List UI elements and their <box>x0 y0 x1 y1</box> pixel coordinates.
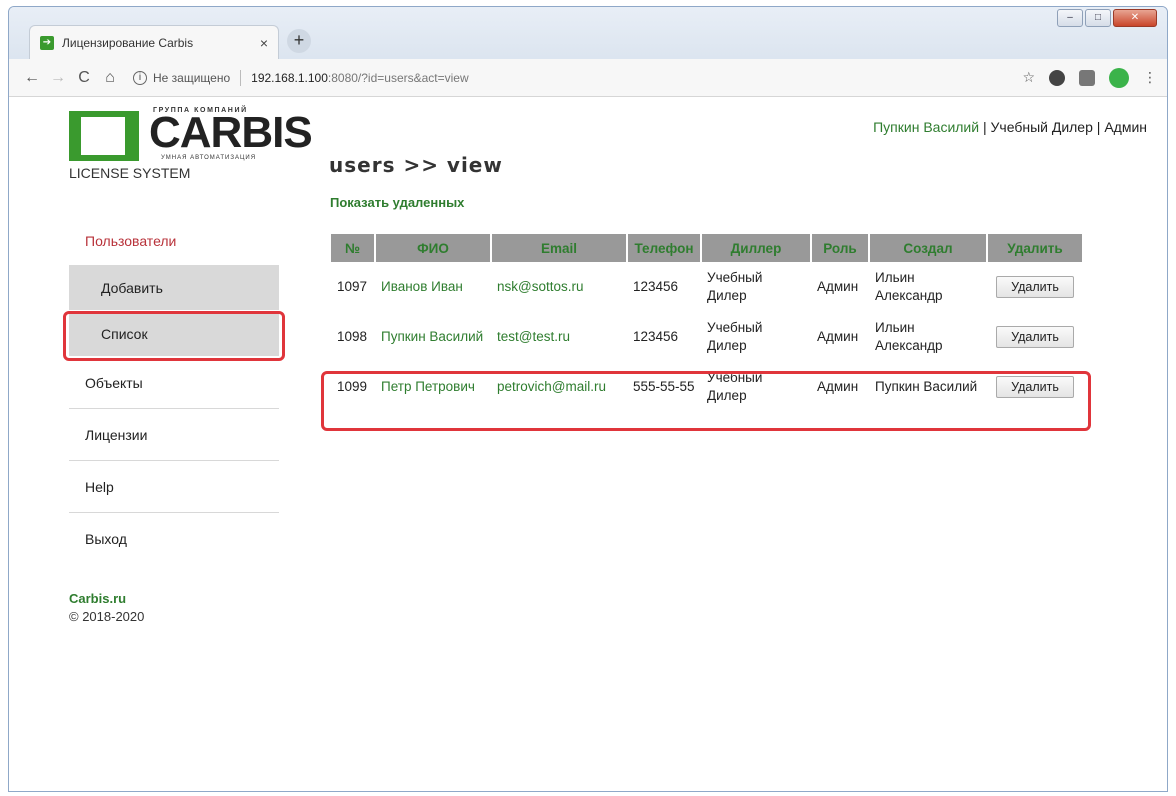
cell-id: 1099 <box>337 379 368 394</box>
url-path: :8080/?id=users&act=view <box>327 70 469 85</box>
home-button[interactable]: ⌂ <box>97 69 123 87</box>
table-row: 1098 Пупкин Василий test@test.ru 123456 … <box>331 312 1083 362</box>
browser-window: ➔ Лицензирование Carbis × + – □ ✕ ← → C … <box>8 6 1168 792</box>
extension-icon[interactable] <box>1049 69 1065 86</box>
sidebar-item-add[interactable]: Добавить <box>69 265 279 311</box>
userbar-sep: | <box>979 119 991 135</box>
cell-phone: 123456 <box>633 329 679 344</box>
user-role: Админ <box>1104 119 1147 135</box>
page-content: ГРУППА КОМПАНИЙ CARBIS УМНАЯ АВТОМАТИЗАЦ… <box>9 97 1167 791</box>
col-header-role: Роль <box>811 234 870 262</box>
carbis-site-link[interactable]: Carbis.ru <box>69 591 126 606</box>
extension-cloud-icon[interactable] <box>1079 69 1095 86</box>
cell-delete: Удалить <box>987 362 1083 412</box>
cell-role: Админ <box>817 279 859 294</box>
sidebar-item-logout[interactable]: Выход <box>69 513 279 565</box>
cell-created: Пупкин Василий <box>875 379 978 394</box>
title-bar: ➔ Лицензирование Carbis × + – □ ✕ <box>9 7 1167 63</box>
delete-button[interactable]: Удалить <box>996 326 1074 348</box>
user-name-link[interactable]: Пупкин Василий <box>873 119 979 135</box>
carbis-logo: ГРУППА КОМПАНИЙ CARBIS УМНАЯ АВТОМАТИЗАЦ… <box>69 107 313 163</box>
browser-toolbar: ← → C ⌂ i Не защищено 192.168.1.100:8080… <box>9 59 1167 97</box>
url-host: 192.168.1.100 <box>251 70 328 85</box>
sidebar-item-objects[interactable]: Объекты <box>69 357 279 409</box>
col-header-id: № <box>331 234 376 262</box>
sidebar-item-help[interactable]: Help <box>69 461 279 513</box>
cell-delete: Удалить <box>987 262 1083 312</box>
sidebar: Пользователи Добавить Список Объекты Лиц… <box>69 217 279 565</box>
cell-role: Админ <box>817 329 859 344</box>
bookmark-star-icon[interactable]: ☆ <box>1022 69 1035 86</box>
table-row: 1097 Иванов Иван nsk@sottos.ru 123456 Уч… <box>331 262 1083 312</box>
minimize-button[interactable]: – <box>1057 9 1083 27</box>
tab-close-icon[interactable]: × <box>260 35 268 51</box>
tab-title: Лицензирование Carbis <box>62 35 194 50</box>
cell-name[interactable]: Иванов Иван <box>375 262 491 312</box>
col-header-email: Email <box>491 234 628 262</box>
user-dealer: Учебный Дилер <box>990 119 1093 135</box>
forward-button[interactable]: → <box>45 69 71 87</box>
sidebar-item-list[interactable]: Список <box>69 311 279 357</box>
cell-dealer: Учебный Дилер <box>707 320 763 353</box>
users-table: № ФИО Email Телефон Диллер Роль Создал У… <box>331 234 1084 412</box>
col-header-dealer: Диллер <box>701 234 812 262</box>
col-header-delete: Удалить <box>987 234 1084 262</box>
cell-id: 1097 <box>337 279 368 294</box>
cell-phone: 123456 <box>633 279 679 294</box>
col-header-created: Создал <box>869 234 988 262</box>
security-label: Не защищено <box>153 70 231 85</box>
userbar-sep: | <box>1092 119 1105 135</box>
profile-avatar[interactable] <box>1109 67 1129 88</box>
info-icon[interactable]: i <box>133 70 147 85</box>
cell-delete: Удалить <box>987 312 1083 362</box>
table-row: 1099 Петр Петрович petrovich@mail.ru 555… <box>331 362 1083 412</box>
favicon-icon: ➔ <box>40 35 54 50</box>
window-controls: – □ ✕ <box>1057 9 1157 27</box>
menu-icon[interactable]: ⋮ <box>1143 69 1157 86</box>
toolbar-right: ☆ ⋮ <box>1022 67 1157 88</box>
show-deleted-link[interactable]: Показать удаленных <box>330 195 464 210</box>
close-window-button[interactable]: ✕ <box>1113 9 1157 27</box>
cell-created: Ильин Александр <box>875 320 943 353</box>
logo-mark-icon <box>69 111 139 161</box>
delete-button[interactable]: Удалить <box>996 376 1074 398</box>
cell-name[interactable]: Пупкин Василий <box>375 312 491 362</box>
table-header-row: № ФИО Email Телефон Диллер Роль Создал У… <box>331 234 1084 262</box>
col-header-name: ФИО <box>375 234 492 262</box>
cell-name[interactable]: Петр Петрович <box>375 362 491 412</box>
delete-button[interactable]: Удалить <box>996 276 1074 298</box>
cell-phone: 555-55-55 <box>633 379 695 394</box>
page-title: users >> view <box>329 153 503 177</box>
sidebar-item-users[interactable]: Пользователи <box>69 217 279 265</box>
logo-word: CARBIS <box>149 108 313 157</box>
cell-role: Админ <box>817 379 859 394</box>
col-header-phone: Телефон <box>627 234 702 262</box>
back-button[interactable]: ← <box>19 69 45 87</box>
address-bar[interactable]: i Не защищено 192.168.1.100:8080/?id=use… <box>133 64 1013 92</box>
address-divider <box>240 69 242 86</box>
new-tab-button[interactable]: + <box>287 29 311 53</box>
cell-email[interactable]: nsk@sottos.ru <box>491 262 627 312</box>
cell-created: Ильин Александр <box>875 270 943 303</box>
cell-email[interactable]: petrovich@mail.ru <box>491 362 627 412</box>
cell-dealer: Учебный Дилер <box>707 270 763 303</box>
browser-tab[interactable]: ➔ Лицензирование Carbis × <box>29 25 279 59</box>
cell-id: 1098 <box>337 329 368 344</box>
cell-dealer: Учебный Дилер <box>707 370 763 403</box>
copyright: © 2018-2020 <box>69 609 145 624</box>
sidebar-item-licenses[interactable]: Лицензии <box>69 409 279 461</box>
reload-button[interactable]: C <box>71 69 97 87</box>
user-info: Пупкин Василий | Учебный Дилер | Админ <box>873 119 1147 135</box>
logo-tagline: УМНАЯ АВТОМАТИЗАЦИЯ <box>161 155 257 161</box>
maximize-button[interactable]: □ <box>1085 9 1111 27</box>
license-system-label: LICENSE SYSTEM <box>69 165 191 181</box>
cell-email[interactable]: test@test.ru <box>491 312 627 362</box>
